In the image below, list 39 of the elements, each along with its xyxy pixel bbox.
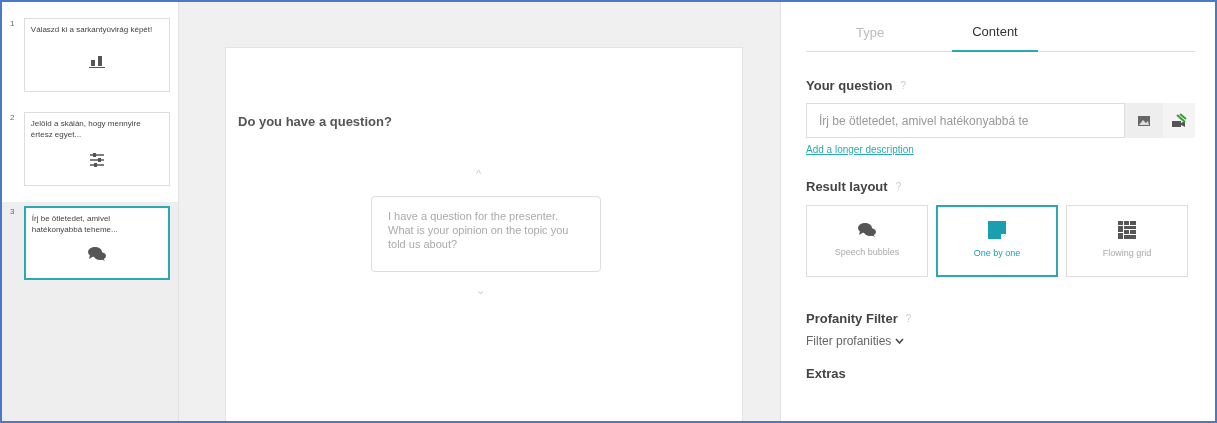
slide-number: 2 [10,112,16,124]
answer-card: I have a question for the presenter. What is your opinion on the topic you told us about? [371,196,601,272]
layout-option[interactable]: Speech bubbles [806,204,928,277]
section-label: Profanity Filter [806,309,898,328]
slide-title: Írj be ötletedet, amivel hatékonyabbá teheme... [31,213,119,235]
help-mark[interactable]: ? [900,77,906,93]
slide-number: 1 [10,18,16,30]
layout-option[interactable]: Flowing grid [1066,204,1188,277]
section-label: Your question [806,76,893,95]
sliders-icon [88,152,105,168]
grid-icon [1118,220,1136,239]
camera-icon [1171,112,1187,129]
speech-bubbles-icon [857,221,877,238]
slide-question: Do you have a question? [238,113,392,131]
bar-chart-icon [87,53,106,68]
add-description-link[interactable]: Add a longer description [806,142,914,157]
note-icon [988,220,1006,239]
help-mark[interactable]: ? [895,179,902,195]
slide-thumbnail[interactable]: Válaszd ki a sarkantyúvirág képét! [23,18,170,92]
scroll-up-arrow[interactable]: ^ [476,166,482,183]
slide-thumbnail[interactable]: Írj be ötletedet, amivel hatékonyabbá teheme... [23,206,170,280]
question-input[interactable]: Írj be ötletedet, amivel hatékonyabbá te [806,103,1125,138]
section-label: Result layout [806,178,888,196]
help-mark[interactable]: ? [905,310,912,326]
image-upload-button[interactable] [1125,103,1163,138]
section-label: Extras [806,365,847,383]
tab[interactable]: Type [836,22,905,51]
layout-option[interactable]: One by one [936,204,1058,277]
video-upload-button[interactable] [1163,103,1195,138]
image-icon [1138,115,1150,126]
slide-title: Válaszd ki a sarkantyúvirág képét! [30,24,154,35]
profanity-dropdown[interactable]: Filter profanities [806,332,905,350]
slide-thumbnail[interactable]: Jelöld a skálán, hogy mennyire értesz egyet... [23,112,170,186]
speech-bubbles-icon [86,246,107,262]
tab[interactable]: Content [952,22,1038,52]
slide-title: Jelöld a skálán, hogy mennyire értesz egyet... [30,118,142,140]
scroll-down-arrow[interactable]: ⌄ [476,282,485,299]
chevron-down-icon [895,338,905,344]
slide-number: 3 [10,206,16,218]
